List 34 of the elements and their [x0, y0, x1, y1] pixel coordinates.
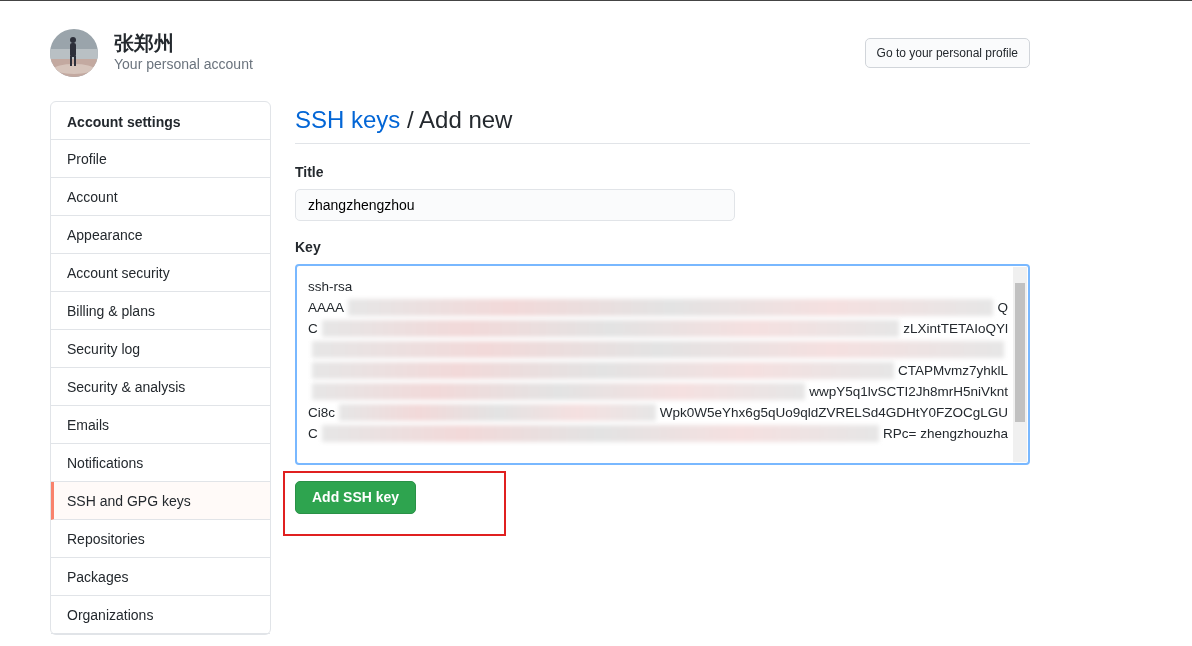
- profile-button[interactable]: Go to your personal profile: [864, 38, 1030, 68]
- title-input-field[interactable]: zhangzhengzhou: [295, 188, 735, 221]
- breadcrumb-link[interactable]: SSH keys: [295, 106, 401, 133]
- user-name: 张郑州: [114, 31, 175, 54]
- sidebar-item[interactable]: Repositories: [51, 520, 270, 558]
- key-text: zLXintTETAIoQYl: [903, 319, 1008, 338]
- sidebar-item[interactable]: Security & analysis: [51, 368, 270, 406]
- sidebar-item[interactable]: SSH and GPG keys: [51, 482, 270, 520]
- key-text: ssh-rsa: [308, 277, 353, 296]
- sidebar-item[interactable]: Security log: [51, 330, 270, 368]
- heading-text: / Add new: [406, 106, 513, 133]
- account-subtitle: Your personal account: [114, 54, 253, 74]
- key-text: C: [308, 424, 318, 443]
- key-text: AAAA: [308, 298, 345, 317]
- key-text: C: [308, 319, 318, 338]
- field-label: Title: [295, 162, 325, 182]
- sidebar-item[interactable]: Organizations: [51, 596, 270, 634]
- key-text: RPc= zhengzhouzha: [883, 424, 1008, 443]
- key-text: Ci8c: [308, 403, 335, 422]
- sidebar-item[interactable]: Account: [51, 178, 270, 216]
- sidebar-item[interactable]: Billing & plans: [51, 292, 270, 330]
- sidebar-item[interactable]: Profile: [51, 140, 270, 178]
- key-text: CTAPMvmz7yhklL: [897, 361, 1008, 380]
- sidebar-heading: Account settings: [51, 102, 270, 140]
- sidebar-item[interactable]: Packages: [51, 558, 270, 596]
- scrollbar[interactable]: [1013, 266, 1027, 462]
- key-text: Q: [997, 298, 1008, 317]
- sidebar-item[interactable]: Appearance: [51, 216, 270, 254]
- sidebar-item[interactable]: Account security: [51, 254, 270, 292]
- sidebar-item[interactable]: Emails: [51, 406, 270, 444]
- key-text: Wpk0W5eYhx6g5qUo9qldZVRELSd4GDHtY0FZOCgLGU: [659, 403, 1008, 422]
- key-textarea[interactable]: ssh-rsa AAAA Q C zLXintTETAIoQYl CTAPMvmz7yhklL wwpY5q1lvSCTI2Jh8mrH5niVknt Ci8c Wpk0W5eYhx6g5qUo9qldZVRELSd4GDHtY0FZOCgLGU C RPc= zhengzhouzha: [295, 263, 1030, 465]
- field-label: Key: [295, 237, 322, 257]
- key-text: wwpY5q1lvSCTI2Jh8mrH5niVknt: [809, 382, 1008, 401]
